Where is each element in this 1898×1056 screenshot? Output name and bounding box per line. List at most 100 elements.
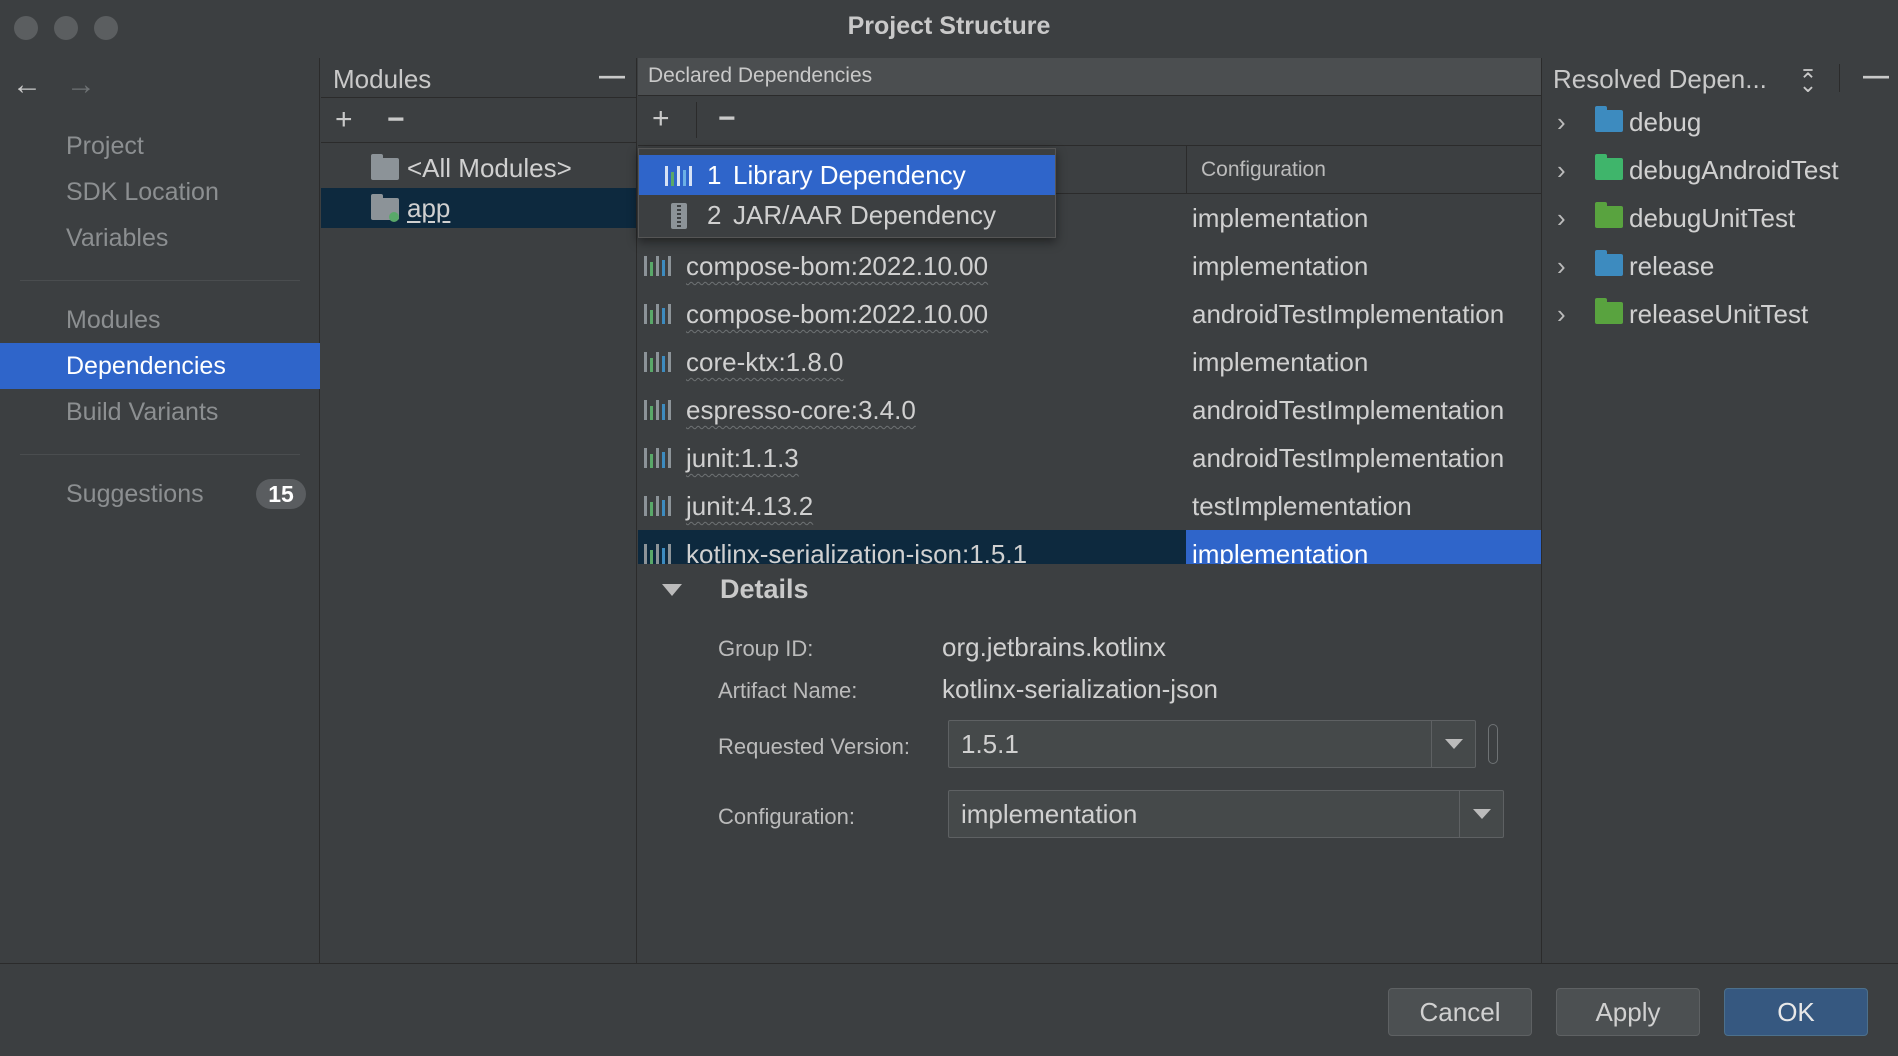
nav-item-dependencies[interactable]: Dependencies — [0, 343, 320, 389]
table-row-selected[interactable]: kotlinx-serialization-json:1.5.1 impleme… — [638, 530, 1541, 564]
dependency-configuration: implementation — [1192, 203, 1369, 233]
requested-version-label: Requested Version: — [718, 734, 911, 759]
configuration-combobox[interactable]: implementation — [948, 790, 1504, 838]
chevron-right-icon[interactable]: › — [1557, 194, 1566, 242]
table-row[interactable]: compose-bom:2022.10.00 implementation — [638, 242, 1541, 290]
library-icon — [644, 350, 672, 372]
menu-item-label: JAR/AAR Dependency — [733, 200, 997, 230]
nav-item-build-variants[interactable]: Build Variants — [0, 389, 320, 435]
menu-item-label: Library Dependency — [733, 160, 966, 190]
artifact-name-label: Artifact Name: — [718, 678, 858, 703]
dependencies-table: implementation compose-bom:2022.10.00 im… — [638, 194, 1541, 564]
folder-icon — [1595, 298, 1623, 324]
collapse-details-icon[interactable] — [662, 584, 682, 596]
suggestions-count-badge: 15 — [256, 479, 306, 509]
nav-item-sdk-location[interactable]: SDK Location — [0, 169, 320, 215]
nav-item-variables[interactable]: Variables — [0, 215, 320, 261]
dependency-name: espresso-core:3.4.0 — [686, 395, 916, 425]
dependency-configuration: implementation — [1192, 251, 1369, 281]
module-label: app — [407, 193, 451, 223]
modules-header: Modules — — [321, 58, 636, 98]
modules-title: Modules — [333, 64, 432, 94]
module-item-app[interactable]: app — [321, 188, 636, 228]
remove-module-icon[interactable]: − — [387, 103, 405, 137]
project-structure-window: Project Structure ← → Project SDK Locati… — [0, 0, 1898, 1056]
dependency-name: compose-bom:2022.10.00 — [686, 299, 989, 329]
nav-item-suggestions[interactable]: Suggestions 15 — [0, 471, 320, 517]
menu-item-number: 2 — [707, 200, 722, 230]
table-row[interactable]: espresso-core:3.4.0 androidTestImplement… — [638, 386, 1541, 434]
tree-item-debug[interactable]: › debug — [1543, 98, 1898, 146]
window-title: Project Structure — [847, 12, 1051, 40]
requested-version-combobox[interactable]: 1.5.1 — [948, 720, 1476, 768]
chevron-right-icon[interactable]: › — [1557, 242, 1566, 290]
dependency-name: junit:4.13.2 — [686, 491, 814, 521]
hide-panel-icon[interactable]: — — [1863, 60, 1889, 91]
left-navigation: ← → Project SDK Location Variables Modul… — [0, 58, 320, 963]
nav-item-modules[interactable]: Modules — [0, 297, 320, 343]
modules-toolbar: + − — [321, 99, 636, 143]
forward-arrow-icon[interactable]: → — [66, 68, 96, 102]
tree-item-debug-unit-test[interactable]: › debugUnitTest — [1543, 194, 1898, 242]
tree-item-release-unit-test[interactable]: › releaseUnitTest — [1543, 290, 1898, 338]
table-row[interactable]: junit:1.1.3 androidTestImplementation — [638, 434, 1541, 482]
add-dependency-menu: 1 Library Dependency 2 JAR/AAR Dependenc… — [638, 148, 1056, 238]
dependency-name: core-ktx:1.8.0 — [686, 347, 844, 377]
dependency-configuration: androidTestImplementation — [1192, 443, 1505, 473]
group-id-label: Group ID: — [718, 636, 814, 661]
library-icon — [644, 302, 672, 324]
table-row[interactable]: compose-bom:2022.10.00 androidTestImplem… — [638, 290, 1541, 338]
table-row[interactable]: junit:4.13.2 testImplementation — [638, 482, 1541, 530]
tree-item-label: debugUnitTest — [1629, 203, 1796, 233]
dropdown-arrow-icon[interactable] — [1431, 721, 1475, 767]
cancel-button[interactable]: Cancel — [1388, 988, 1532, 1036]
header-separator — [1839, 64, 1840, 92]
module-item-all-modules[interactable]: <All Modules> — [321, 148, 636, 188]
details-title: Details — [720, 574, 809, 604]
library-icon — [644, 398, 672, 420]
artifact-name-value: kotlinx-serialization-json — [942, 674, 1218, 704]
add-dependency-icon[interactable]: + — [652, 102, 670, 136]
menu-item-jar-aar-dependency[interactable]: 2 JAR/AAR Dependency — [639, 195, 1055, 235]
chevron-right-icon[interactable]: › — [1557, 146, 1566, 194]
library-icon — [644, 542, 672, 564]
declared-dependencies-title: Declared Dependencies — [648, 64, 873, 87]
folder-icon — [1595, 250, 1623, 276]
dependency-name: kotlinx-serialization-json:1.5.1 — [686, 539, 1028, 564]
nav-item-project[interactable]: Project — [0, 123, 320, 169]
resolved-dependencies-header: Resolved Depen... ⌅ ⌄ — — [1543, 58, 1898, 98]
add-module-icon[interactable]: + — [335, 103, 353, 137]
modules-panel: Modules — + − <All Modules> app — [321, 58, 637, 963]
table-row[interactable]: core-ktx:1.8.0 implementation — [638, 338, 1541, 386]
library-icon — [644, 254, 672, 276]
declared-dependencies-header: Declared Dependencies — [638, 58, 1541, 96]
dependency-configuration: implementation — [1192, 539, 1369, 564]
module-folder-icon — [371, 194, 399, 222]
group-id-value: org.jetbrains.kotlinx — [942, 632, 1166, 662]
dropdown-arrow-icon[interactable] — [1459, 791, 1503, 837]
tree-item-label: release — [1629, 251, 1715, 281]
resolved-dependencies-panel: Resolved Depen... ⌅ ⌄ — › debug › debugAn… — [1543, 58, 1898, 963]
hide-panel-icon[interactable]: — — [599, 60, 625, 91]
dependency-configuration: androidTestImplementation — [1192, 395, 1505, 425]
remove-dependency-icon[interactable]: − — [718, 102, 736, 136]
title-bar: Project Structure — [0, 0, 1898, 58]
apply-button[interactable]: Apply — [1556, 988, 1700, 1036]
library-icon — [644, 494, 672, 516]
jar-icon — [671, 203, 687, 229]
tree-item-label: debug — [1629, 107, 1702, 137]
menu-item-library-dependency[interactable]: 1 Library Dependency — [639, 155, 1055, 195]
tree-item-release[interactable]: › release — [1543, 242, 1898, 290]
dialog-button-bar: Cancel Apply OK — [0, 963, 1898, 1056]
library-icon — [665, 164, 693, 186]
chevron-right-icon[interactable]: › — [1557, 290, 1566, 338]
back-arrow-icon[interactable]: ← — [12, 68, 42, 102]
details-section: Details Group ID: org.jetbrains.kotlinx … — [638, 564, 1541, 963]
version-options-handle[interactable] — [1488, 724, 1498, 764]
configuration-column-header[interactable]: Configuration — [1186, 146, 1326, 194]
chevron-right-icon[interactable]: › — [1557, 98, 1566, 146]
ok-button[interactable]: OK — [1724, 988, 1868, 1036]
collapse-all-icon[interactable]: ⌅ ⌄ — [1795, 60, 1821, 96]
tree-item-debug-android-test[interactable]: › debugAndroidTest — [1543, 146, 1898, 194]
configuration-value: implementation — [961, 799, 1138, 829]
